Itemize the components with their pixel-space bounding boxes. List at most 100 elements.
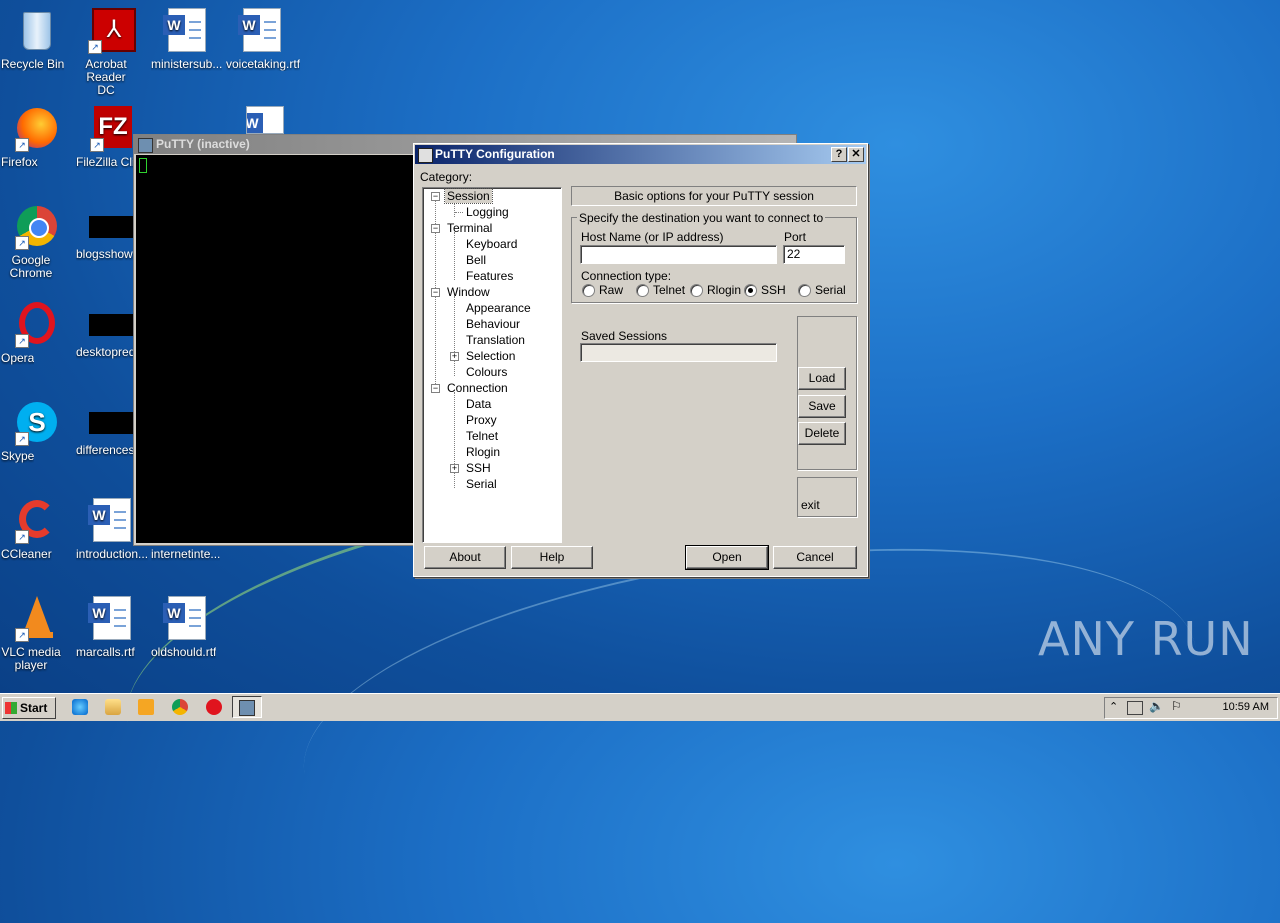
media-player-icon[interactable] <box>138 699 154 715</box>
tree-item-behaviour[interactable]: Behaviour <box>466 317 520 331</box>
network-icon[interactable] <box>1127 701 1143 715</box>
acrobat-icon: ⅄ ↗ <box>88 8 136 54</box>
start-label: Start <box>20 701 48 715</box>
tree-item-session[interactable]: Session <box>444 188 493 204</box>
desktop-icon-recycle-bin[interactable]: Recycle Bin <box>1 8 71 71</box>
desktop-icon-firefox[interactable]: ↗ Firefox <box>1 106 71 169</box>
tree-guide <box>454 392 455 488</box>
chevron-up-icon[interactable]: ⌃ <box>1109 700 1118 713</box>
port-input[interactable]: 22 <box>783 245 845 264</box>
desktop-icon-ccleaner[interactable]: ↗ CCleaner <box>1 498 71 561</box>
host-name-input[interactable] <box>580 245 777 264</box>
about-button[interactable]: About <box>424 546 506 569</box>
watermark: ANY RUN <box>1038 612 1254 666</box>
radio-serial[interactable] <box>798 284 811 297</box>
collapse-icon[interactable]: − <box>431 224 440 233</box>
tree-item-rlogin[interactable]: Rlogin <box>466 445 500 459</box>
collapse-icon[interactable]: − <box>431 288 440 297</box>
tree-item-colours[interactable]: Colours <box>466 365 507 379</box>
saved-sessions-label: Saved Sessions <box>581 329 668 343</box>
save-button[interactable]: Save <box>798 395 846 418</box>
tree-item-proxy[interactable]: Proxy <box>466 413 497 427</box>
word-document-icon: W <box>88 596 134 642</box>
tree-guide <box>454 296 455 376</box>
desktop-icon-opera[interactable]: ↗ Opera <box>1 302 71 365</box>
open-button[interactable]: Open <box>685 545 769 570</box>
radio-rlogin[interactable] <box>690 284 703 297</box>
taskbar-putty-button[interactable] <box>232 696 262 718</box>
port-label: Port <box>784 230 807 244</box>
cancel-button[interactable]: Cancel <box>773 546 857 569</box>
word-document-icon: W <box>241 106 284 134</box>
close-icon[interactable]: ✕ <box>848 147 864 162</box>
radio-serial-label: Serial <box>815 283 846 297</box>
tree-item-connection[interactable]: Connection <box>447 381 508 395</box>
tree-item-features[interactable]: Features <box>466 269 513 283</box>
volume-icon[interactable]: 🔈 <box>1149 699 1164 713</box>
firefox-icon: ↗ <box>13 106 59 152</box>
putty-configuration-dialog: PuTTY Configuration ? ✕ Category: − Sess… <box>413 143 868 577</box>
terminal-title: PuTTY (inactive) <box>156 137 250 151</box>
tree-item-serial[interactable]: Serial <box>466 477 497 491</box>
saved-session-input[interactable] <box>580 343 777 362</box>
expand-icon[interactable]: + <box>450 464 459 473</box>
desktop-icon-marcalls[interactable]: W marcalls.rtf <box>76 596 146 659</box>
tree-item-appearance[interactable]: Appearance <box>466 301 531 315</box>
connection-type-label: Connection type: <box>581 269 672 283</box>
file-thumbnail <box>89 314 133 336</box>
desktop-icon-acrobat[interactable]: ⅄ ↗ Acrobat Reader DC <box>76 8 146 97</box>
radio-ssh[interactable] <box>744 284 757 297</box>
radio-telnet[interactable] <box>636 284 649 297</box>
word-document-icon: W <box>163 8 209 54</box>
radio-raw-label: Raw <box>599 283 624 297</box>
load-button[interactable]: Load <box>798 367 846 390</box>
tree-item-terminal[interactable]: Terminal <box>447 221 492 235</box>
terminal-cursor <box>139 158 147 173</box>
delete-button[interactable]: Delete <box>798 422 846 445</box>
tree-item-logging[interactable]: Logging <box>466 205 509 219</box>
radio-ssh-label: SSH <box>761 283 786 297</box>
desktop-icon-skype[interactable]: S ↗ Skype <box>1 400 71 463</box>
radio-telnet-label: Telnet <box>653 283 686 297</box>
ccleaner-icon: ↗ <box>13 498 59 544</box>
windows-logo-icon <box>5 702 17 714</box>
word-document-icon: W <box>88 498 134 544</box>
category-tree[interactable]: − Session Logging − Terminal Keyboard Be… <box>422 187 562 543</box>
chrome-icon: ↗ <box>13 204 59 250</box>
help-button[interactable]: Help <box>511 546 593 569</box>
clock[interactable]: 10:59 AM <box>1223 701 1269 713</box>
tree-item-bell[interactable]: Bell <box>466 253 486 267</box>
destination-group-label: Specify the destination you want to conn… <box>577 211 826 225</box>
tree-item-translation[interactable]: Translation <box>466 333 525 347</box>
tree-item-keyboard[interactable]: Keyboard <box>466 237 517 251</box>
radio-rlogin-label: Rlogin <box>707 283 742 297</box>
desktop-icon-vlc[interactable]: ↗ VLC media player <box>1 596 71 672</box>
opera-icon[interactable] <box>206 699 222 715</box>
tree-item-telnet[interactable]: Telnet <box>466 429 498 443</box>
chrome-icon[interactable] <box>172 699 188 715</box>
explorer-icon[interactable] <box>105 699 121 715</box>
dialog-title-bar[interactable]: PuTTY Configuration ? ✕ <box>415 145 866 164</box>
tree-guide <box>454 232 455 280</box>
vlc-icon: ↗ <box>13 596 59 642</box>
radio-raw[interactable] <box>582 284 595 297</box>
host-label: Host Name (or IP address) <box>581 230 724 244</box>
tree-item-data[interactable]: Data <box>466 397 491 411</box>
desktop-icon-oldshould[interactable]: W oldshould.rtf <box>151 596 221 659</box>
desktop-icon-doc-1[interactable]: W ministersub... <box>151 8 222 71</box>
desktop-icon-doc-2[interactable]: W voicetaking.rtf <box>226 8 300 71</box>
tree-item-window[interactable]: Window <box>447 285 490 299</box>
flag-icon[interactable]: ⚐ <box>1171 699 1182 713</box>
desktop-icon-chrome[interactable]: ↗ Google Chrome <box>1 204 71 280</box>
ie-icon[interactable] <box>72 699 88 715</box>
start-button[interactable]: Start <box>2 697 56 719</box>
category-label: Category: <box>420 170 473 184</box>
collapse-icon[interactable]: − <box>431 192 440 201</box>
tree-item-selection[interactable]: Selection <box>466 349 515 363</box>
help-title-button[interactable]: ? <box>831 147 847 162</box>
tree-item-ssh[interactable]: SSH <box>466 461 491 475</box>
word-document-icon: W <box>238 8 284 54</box>
expand-icon[interactable]: + <box>450 352 459 361</box>
collapse-icon[interactable]: − <box>431 384 440 393</box>
skype-icon: S ↗ <box>13 400 59 446</box>
